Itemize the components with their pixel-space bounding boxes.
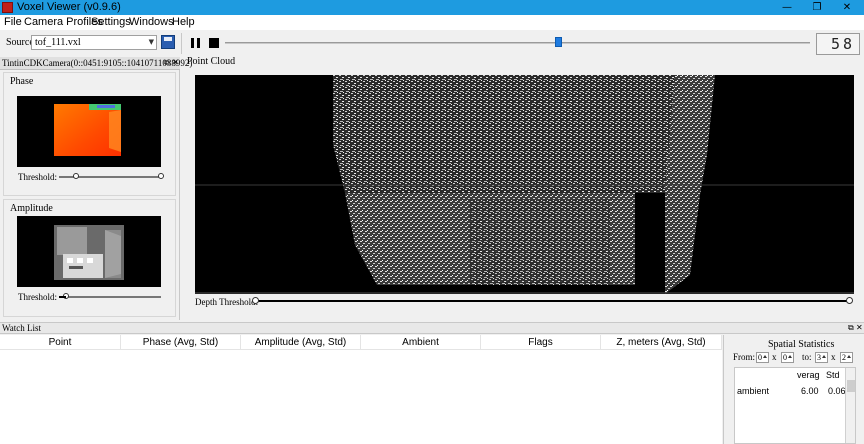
stat-row-average: 6.00 xyxy=(801,386,819,396)
phase-image xyxy=(17,96,161,167)
menu-settings[interactable]: Settings xyxy=(91,16,131,28)
from-x-spinbox[interactable]: 0 xyxy=(756,352,769,363)
stats-scrollbar[interactable] xyxy=(845,368,855,443)
depth-threshold-high-handle[interactable] xyxy=(846,297,853,304)
save-icon[interactable] xyxy=(161,35,175,49)
depth-threshold-label: Depth Threshold: xyxy=(195,297,259,307)
menu-windows[interactable]: Windows xyxy=(129,16,174,28)
spatial-statistics-table: verag Std ambient 6.00 0.06 xyxy=(734,367,856,444)
chevron-down-icon: ▼ xyxy=(148,38,154,46)
column-header-amplitude[interactable]: Amplitude (Avg, Std) xyxy=(241,335,361,350)
spatial-statistics-title: Spatial Statistics xyxy=(768,339,835,350)
depth-threshold-track[interactable] xyxy=(255,300,850,302)
phase-group: Phase Threshold: xyxy=(3,72,176,196)
close-icon[interactable]: ✕ xyxy=(172,58,179,67)
watch-list-titlebar: Watch List ⧉ ✕ xyxy=(0,322,864,334)
app-icon xyxy=(2,2,13,13)
column-header-ambient[interactable]: Ambient xyxy=(361,335,481,350)
float-icon[interactable]: ⧉ xyxy=(848,323,854,333)
camera-panel: TintinCDKCamera(0::0451:9105::1041071103… xyxy=(0,57,192,320)
to-x-spinbox[interactable]: 3 xyxy=(815,352,828,363)
phase-threshold-high-handle[interactable] xyxy=(158,173,164,179)
amplitude-group: Amplitude Threshold: xyxy=(3,199,176,317)
column-header-flags[interactable]: Flags xyxy=(481,335,601,350)
column-header-std[interactable]: Std xyxy=(826,370,840,380)
close-icon[interactable]: ✕ xyxy=(856,323,863,332)
stat-row-name: ambient xyxy=(737,386,770,396)
amplitude-image xyxy=(17,216,161,287)
phase-threshold-label: Threshold: xyxy=(18,172,57,182)
restore-button[interactable]: ❐ xyxy=(802,0,832,15)
toolbar: Source: tof_111.vxl ▼ 58 xyxy=(0,30,864,57)
phase-threshold-low-handle[interactable] xyxy=(73,173,79,179)
frame-slider[interactable] xyxy=(225,42,810,44)
amplitude-threshold-fill xyxy=(59,296,66,298)
phase-title: Phase xyxy=(10,76,34,87)
pause-icon[interactable] xyxy=(191,38,200,48)
stats-scrollbar-thumb[interactable] xyxy=(847,380,855,392)
amplitude-threshold-track[interactable] xyxy=(59,296,161,298)
menu-file[interactable]: File xyxy=(4,16,22,28)
source-select[interactable]: tof_111.vxl ▼ xyxy=(31,35,157,50)
x-label-2: x xyxy=(831,352,836,362)
title-bar: Voxel Viewer (v0.9.6) — ❐ ✕ xyxy=(0,0,864,15)
x-label: x xyxy=(772,352,777,362)
menu-help[interactable]: Help xyxy=(172,16,195,28)
float-icon[interactable]: ⧉ xyxy=(164,58,170,68)
point-cloud-title: Point Cloud xyxy=(187,56,236,67)
point-cloud-view[interactable] xyxy=(195,75,854,294)
frame-slider-handle[interactable] xyxy=(555,37,562,47)
amplitude-threshold-label: Threshold: xyxy=(18,292,57,302)
close-button[interactable]: ✕ xyxy=(832,0,862,15)
to-y-spinbox[interactable]: 2 xyxy=(840,352,853,363)
window-title: Voxel Viewer (v0.9.6) xyxy=(17,1,121,13)
column-header-average[interactable]: verag xyxy=(797,370,820,380)
to-label: to: xyxy=(802,352,812,362)
toolbar-divider xyxy=(181,33,182,54)
column-header-phase[interactable]: Phase (Avg, Std) xyxy=(121,335,241,350)
source-value: tof_111.vxl xyxy=(35,37,81,48)
spatial-statistics-panel: Spatial Statistics From: 0 x 0 to: 3 x 2… xyxy=(723,335,864,444)
stop-icon[interactable] xyxy=(209,38,219,48)
watch-list-header: Point Phase (Avg, Std) Amplitude (Avg, S… xyxy=(0,335,722,350)
from-y-spinbox[interactable]: 0 xyxy=(781,352,794,363)
column-header-z[interactable]: Z, meters (Avg, Std) xyxy=(601,335,722,350)
watch-list-title: Watch List xyxy=(2,323,42,333)
from-label: From: xyxy=(733,352,756,362)
frame-display: 58 xyxy=(816,33,860,55)
column-header-point[interactable]: Point xyxy=(0,335,121,350)
depth-threshold-low-handle[interactable] xyxy=(252,297,259,304)
camera-panel-titlebar: TintinCDKCamera(0::0451:9105::1041071103… xyxy=(0,57,192,70)
stat-row-std: 0.06 xyxy=(828,386,846,396)
minimize-button[interactable]: — xyxy=(772,0,802,15)
watch-list-table: Point Phase (Avg, Std) Amplitude (Avg, S… xyxy=(0,335,722,444)
amplitude-title: Amplitude xyxy=(10,203,53,214)
menu-bar: File Camera Profiles Settings Windows He… xyxy=(0,15,864,30)
